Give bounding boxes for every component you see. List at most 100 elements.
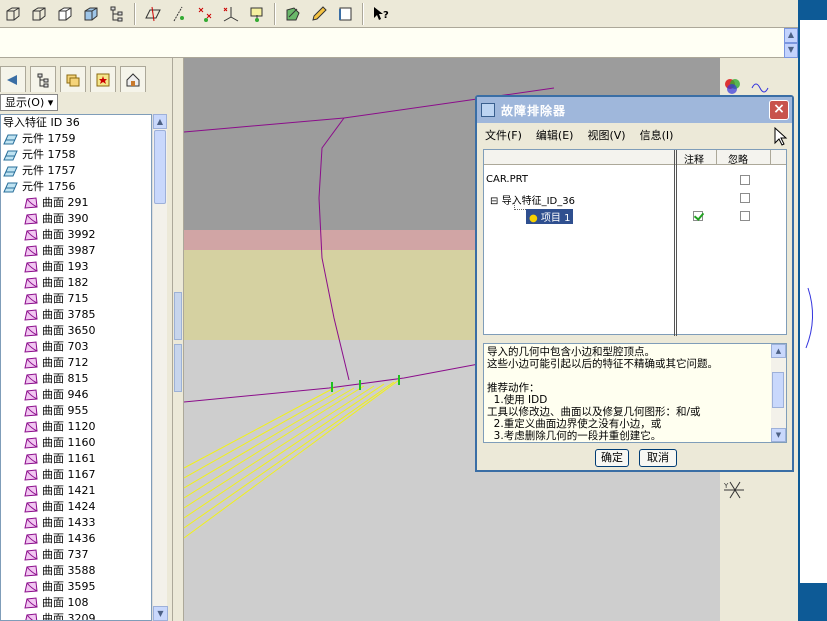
cube-wireframe-icon[interactable] [2,3,24,25]
tree-item[interactable]: 曲面 1161 [1,451,151,467]
tree-item[interactable]: 曲面 703 [1,339,151,355]
show-dropdown[interactable]: 显示(O) ▾ [0,93,59,111]
note-checkbox[interactable] [693,211,703,221]
ignore-checkbox[interactable] [740,193,750,203]
column-divider[interactable] [674,150,677,336]
items-pane[interactable]: 注释 忽略 CAR.PRT ⊟ 导入特征_ID_36 ● 项目 1 [483,149,787,336]
cube-no-hidden-icon[interactable] [54,3,76,25]
tree-item-label: 曲面 3595 [42,580,96,593]
datum-axis-icon[interactable] [168,3,190,25]
show-bar: 显示(O) ▾ [0,92,172,112]
tree-item[interactable]: 曲面 108 [1,595,151,611]
column-note[interactable]: 注释 [684,151,704,166]
tree-item[interactable]: 导入特征 ID 36 [1,115,151,131]
tree-item[interactable]: 曲面 1421 [1,483,151,499]
item-project-1[interactable]: ● 项目 1 [526,209,574,224]
close-button[interactable]: × [769,100,789,120]
tree-item[interactable]: 曲面 815 [1,371,151,387]
scroll-down-icon[interactable]: ▼ [153,606,168,621]
scroll-up-icon[interactable]: ▲ [153,114,167,129]
collapse-left-icon[interactable] [174,292,182,340]
ignore-checkbox[interactable] [740,175,750,185]
message-scrollbar[interactable]: ▲ ▼ [784,28,798,58]
tree-item[interactable]: 曲面 1167 [1,467,151,483]
tab-favorites[interactable] [90,66,116,92]
surface-icon [24,277,38,289]
tree-item[interactable]: 曲面 291 [1,195,151,211]
datum-point-icon[interactable] [194,3,216,25]
whats-this-icon[interactable]: ? [370,3,392,25]
analysis-wave-icon[interactable] [751,83,769,93]
tree-item[interactable]: 曲面 1424 [1,499,151,515]
box-icon[interactable] [334,3,356,25]
tree-item[interactable]: 曲面 955 [1,403,151,419]
scroll-thumb[interactable] [154,130,166,204]
cube-shaded-icon[interactable] [80,3,102,25]
message-line: 工具以修改边、曲面以及修复几何图形：和/或 [487,406,701,418]
coordinate-system-icon[interactable] [220,3,242,25]
menu-file[interactable]: 文件(F) [485,127,522,143]
pencil-icon[interactable] [308,3,330,25]
tree-item[interactable]: 曲面 390 [1,211,151,227]
tree-item[interactable]: 曲面 1436 [1,531,151,547]
scroll-up-icon[interactable]: ▲ [784,28,798,43]
tree-item[interactable]: 曲面 946 [1,387,151,403]
tree-item-label: 曲面 1436 [42,532,96,545]
ignore-checkbox[interactable] [740,211,750,221]
dialog-titlebar[interactable]: 故障排除器 [477,97,792,123]
csys-icon[interactable]: Y [723,481,744,499]
menu-view[interactable]: 视图(V) [587,127,625,143]
tree-item[interactable]: 元件 1757 [1,163,151,179]
tree-item[interactable]: 曲面 3987 [1,243,151,259]
expand-right-icon[interactable] [174,344,182,392]
scroll-down-icon[interactable]: ▼ [771,428,786,442]
tab-layer-tree[interactable] [30,66,56,92]
panel-splitter[interactable] [172,58,184,621]
tree-item[interactable]: 元件 1758 [1,147,151,163]
tree-item[interactable]: 曲面 182 [1,275,151,291]
item-car-prt[interactable]: CAR.PRT [486,174,528,185]
cube-hidden-icon[interactable] [28,3,50,25]
menu-info[interactable]: 信息(I) [640,127,674,143]
tree-item[interactable]: 曲面 1160 [1,435,151,451]
tree-item-label: 曲面 955 [42,404,89,417]
tree-item[interactable]: 曲面 3588 [1,563,151,579]
item-import-feature[interactable]: ⊟ 导入特征_ID_36 [490,192,575,207]
model-tree[interactable]: 导入特征 ID 36 元件 1759 元件 1758 元件 1757 元件 1756 曲面… [0,114,152,621]
surface-icon [24,469,38,481]
tab-connections[interactable] [120,66,146,92]
datum-plane-icon[interactable] [142,3,164,25]
message-scrollbar[interactable]: ▲ ▼ [771,344,786,442]
tree-item[interactable]: 曲面 3992 [1,227,151,243]
tree-item[interactable]: 元件 1756 [1,179,151,195]
datum-plane-select-icon[interactable] [246,3,268,25]
menu-edit[interactable]: 编辑(E) [536,127,574,143]
tree-item[interactable]: 曲面 1433 [1,515,151,531]
collapse-tree-icon[interactable]: ⊟ [490,196,498,207]
tree-item[interactable]: 曲面 3785 [1,307,151,323]
appearance-icon[interactable] [725,79,740,94]
model-tree-scrollbar[interactable]: ▲ ▼ [152,114,168,621]
scroll-up-icon[interactable]: ▲ [771,344,786,358]
tree-item[interactable]: 曲面 1120 [1,419,151,435]
tree-item[interactable]: 曲面 3650 [1,323,151,339]
tree-item[interactable]: 曲面 737 [1,547,151,563]
tree-item[interactable]: 元件 1759 [1,131,151,147]
tab-folder-browser[interactable] [60,66,86,92]
tree-item[interactable]: 曲面 3595 [1,579,151,595]
tab-model-tree[interactable] [0,66,26,92]
tree-item-label: 曲面 3209 [42,612,96,621]
item-bullet-icon: ● [529,213,538,224]
tree-item[interactable]: 曲面 3209 [1,611,151,621]
tree-item[interactable]: 曲面 715 [1,291,151,307]
tree-item[interactable]: 曲面 193 [1,259,151,275]
scroll-thumb[interactable] [772,372,784,408]
ok-button[interactable]: 确定 [595,449,629,467]
sketch-icon[interactable] [282,3,304,25]
tree-item[interactable]: 曲面 712 [1,355,151,371]
model-tree-icon[interactable] [106,3,128,25]
column-ignore[interactable]: 忽略 [728,151,748,166]
cancel-button[interactable]: 取消 [639,449,677,467]
scroll-down-icon[interactable]: ▼ [784,43,798,58]
surface-icon [24,229,38,241]
